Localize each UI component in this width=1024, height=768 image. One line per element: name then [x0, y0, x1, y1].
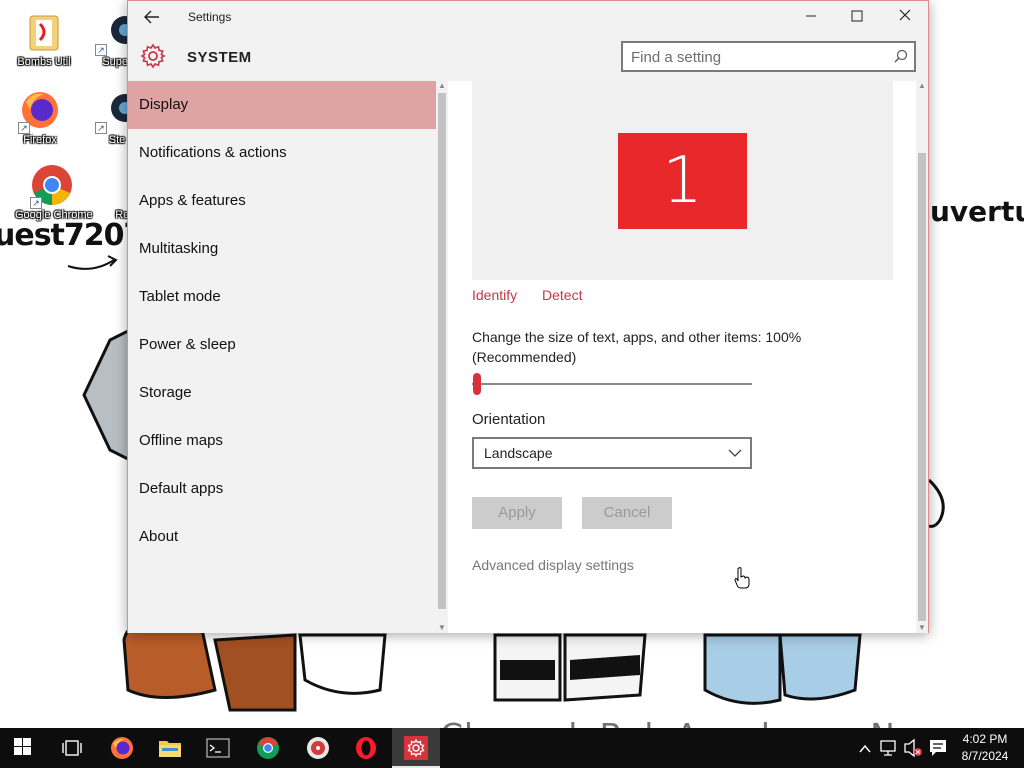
taskbar-firefox[interactable] [98, 728, 146, 768]
taskbar-opera[interactable] [342, 728, 390, 768]
orientation-value: Landscape [484, 445, 553, 461]
sidebar-item-display[interactable]: Display [128, 81, 436, 129]
orientation-label: Orientation [472, 411, 546, 428]
scale-slider-thumb[interactable] [473, 373, 481, 395]
sidebar: Display Notifications & actions Apps & f… [128, 81, 436, 633]
firefox-icon [111, 737, 133, 759]
monitor-tile[interactable]: 1 [618, 133, 747, 229]
sidebar-item-default-apps[interactable]: Default apps [128, 465, 436, 513]
taskbar: 4:02 PM 8/7/2024 [0, 728, 1024, 768]
desktop-icon-label: Google Chrome [15, 209, 93, 221]
page-title: SYSTEM [187, 49, 252, 66]
advanced-display-settings-link[interactable]: Advanced display settings [472, 557, 634, 573]
orientation-dropdown[interactable]: Landscape [472, 437, 752, 469]
shortcut-arrow-icon: ↗ [95, 44, 107, 56]
search-field[interactable] [621, 41, 916, 72]
sidebar-item-storage[interactable]: Storage [128, 369, 436, 417]
hand-cursor-icon [734, 567, 750, 589]
taskbar-file-explorer[interactable] [146, 728, 194, 768]
monitor-preview: 1 [472, 81, 893, 280]
sidebar-item-offline-maps[interactable]: Offline maps [128, 417, 436, 465]
content-scrollbar[interactable]: ▲ ▼ [916, 81, 928, 633]
firefox-icon: ↗ [18, 88, 62, 134]
shortcut-arrow-icon: ↗ [95, 122, 107, 134]
start-button[interactable] [0, 728, 48, 768]
shortcut-arrow-icon: ↗ [30, 197, 42, 209]
task-view-icon [62, 740, 82, 756]
minimize-button[interactable] [788, 1, 834, 33]
desktop-icon-label: Bombs Util [17, 56, 71, 68]
title-bar[interactable]: Settings [128, 1, 928, 33]
sidebar-scrollbar[interactable]: ▲ ▼ [436, 81, 448, 633]
windows-start-icon [14, 738, 31, 755]
apply-button[interactable]: Apply [472, 497, 562, 529]
taskbar-app[interactable] [294, 728, 342, 768]
taskbar-settings[interactable] [392, 728, 440, 768]
wallpaper-text-bottom: CherrydoBoloAconha on Newgrounds [440, 716, 1024, 728]
task-view-button[interactable] [48, 728, 96, 768]
desktop-icon-google-chrome[interactable]: ↗ Google Chrome [15, 163, 93, 221]
wallpaper-arrow [67, 255, 118, 270]
settings-window: Settings SYSTEM Display Notifications & … [127, 0, 929, 633]
notifications-icon[interactable] [928, 728, 948, 768]
wallpaper-text-right: uvertu [930, 195, 1024, 228]
sidebar-item-power-sleep[interactable]: Power & sleep [128, 321, 436, 369]
desktop-icon-label: Firefox [23, 134, 57, 146]
desktop-icon-bombs-util[interactable]: Bombs Util [7, 10, 81, 68]
app-icon [307, 737, 329, 759]
chrome-icon [257, 737, 279, 759]
system-clock[interactable]: 4:02 PM 8/7/2024 [955, 731, 1015, 765]
gear-icon [140, 43, 166, 69]
scroll-up-icon[interactable]: ▲ [916, 81, 928, 91]
taskbar-chrome[interactable] [244, 728, 292, 768]
scroll-down-icon[interactable]: ▼ [436, 623, 448, 633]
network-icon[interactable] [880, 728, 898, 768]
terminal-icon [206, 738, 230, 758]
scrollbar-thumb[interactable] [918, 153, 926, 621]
scroll-down-icon[interactable]: ▼ [916, 623, 928, 633]
shortcut-arrow-icon: ↗ [18, 122, 30, 134]
search-input[interactable] [631, 47, 881, 67]
close-button[interactable] [882, 1, 928, 33]
minimize-icon [806, 15, 816, 17]
settings-icon [404, 736, 428, 760]
chrome-icon: ↗ [30, 163, 74, 209]
chevron-down-icon [728, 449, 742, 457]
maximize-button[interactable] [834, 1, 880, 33]
desktop-icon-firefox[interactable]: ↗ Firefox [3, 88, 77, 146]
sidebar-item-tablet-mode[interactable]: Tablet mode [128, 273, 436, 321]
display-settings-pane: 1 Identify Detect Change the size of tex… [448, 81, 916, 633]
file-explorer-icon [159, 741, 181, 757]
maximize-icon [851, 10, 863, 22]
window-title: Settings [188, 10, 232, 24]
back-arrow-icon [144, 10, 159, 24]
sidebar-item-notifications-actions[interactable]: Notifications & actions [128, 129, 436, 177]
search-icon[interactable] [894, 49, 908, 63]
scrollbar-thumb[interactable] [438, 93, 446, 609]
detect-link[interactable]: Detect [542, 287, 582, 303]
clock-date: 8/7/2024 [961, 749, 1009, 763]
scroll-up-icon[interactable]: ▲ [436, 81, 448, 91]
opera-icon [356, 737, 376, 759]
scale-label: Change the size of text, apps, and other… [472, 329, 802, 365]
volume-muted-icon[interactable] [903, 728, 923, 768]
sidebar-item-multitasking[interactable]: Multitasking [128, 225, 436, 273]
sidebar-item-apps-features[interactable]: Apps & features [128, 177, 436, 225]
clock-time: 4:02 PM [962, 732, 1008, 746]
close-icon [899, 9, 911, 21]
cancel-button[interactable]: Cancel [582, 497, 672, 529]
taskbar-terminal[interactable] [194, 728, 242, 768]
identify-link[interactable]: Identify [472, 287, 517, 303]
back-button[interactable] [140, 7, 164, 27]
show-hidden-icons-icon[interactable] [858, 728, 872, 768]
folder-icon [22, 10, 66, 54]
sidebar-item-about[interactable]: About [128, 513, 436, 561]
scale-slider-track[interactable] [472, 383, 752, 385]
